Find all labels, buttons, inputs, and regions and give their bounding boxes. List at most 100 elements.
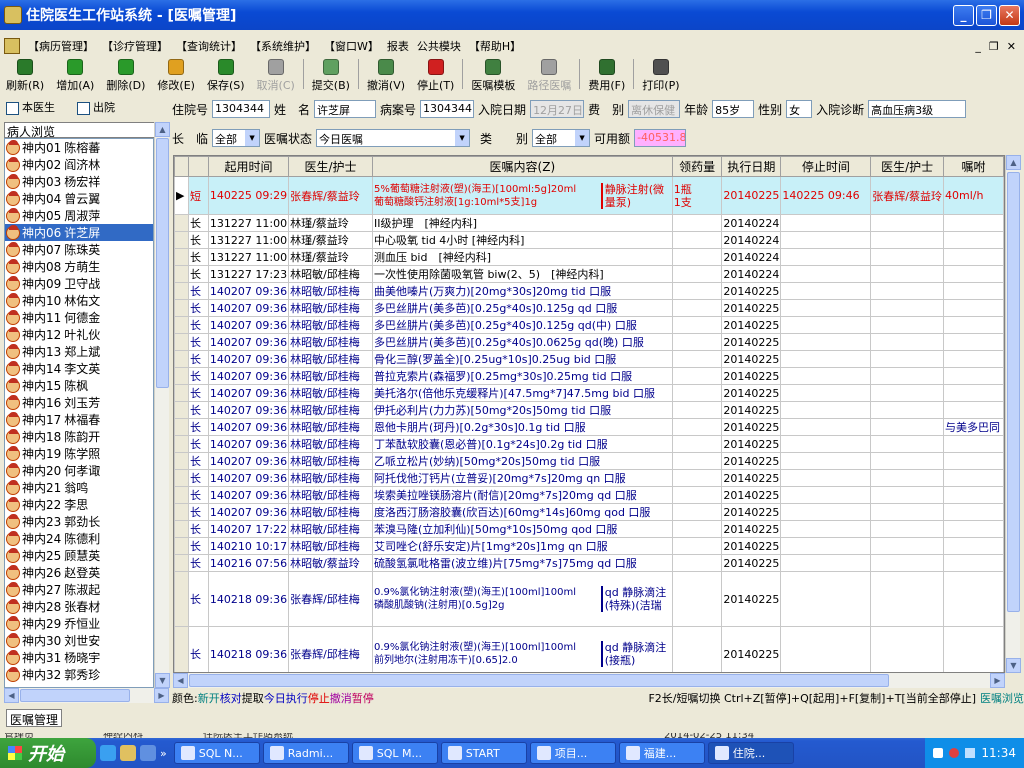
patient-list-item[interactable]: 神内11 何德金 xyxy=(5,309,153,326)
patient-list-item[interactable]: 神内20 何孝诹 xyxy=(5,462,153,479)
order-row[interactable]: 长 140207 09:36 林昭敏/邱桂梅 多巴丝肼片(美多芭)[0.25g*40s… xyxy=(174,299,1004,317)
name-field[interactable]: 许芝屏 xyxy=(314,100,377,118)
menu-item-3[interactable]: 【系统维护】 xyxy=(246,38,320,54)
scroll-right-icon[interactable]: ▶ xyxy=(154,688,169,703)
scroll-left-icon[interactable]: ◀ xyxy=(4,688,19,703)
menu-item-4[interactable]: 【窗口W】 xyxy=(320,38,383,54)
patient-list-item[interactable]: 神内12 叶礼伙 xyxy=(5,326,153,343)
patient-list-item[interactable]: 神内18 陈韵开 xyxy=(5,428,153,445)
menu-item-0[interactable]: 【病历管理】 xyxy=(24,38,98,54)
age-field[interactable]: 85岁 xyxy=(712,100,755,118)
patient-list-item[interactable]: 神内17 林福春 xyxy=(5,411,153,428)
hscroll-thumb[interactable] xyxy=(20,689,130,702)
more-quicklaunch-icon[interactable]: » xyxy=(160,747,167,760)
patient-list-item[interactable]: 神内29 乔恒业 xyxy=(5,615,153,632)
order-row[interactable]: 长 131227 11:00 林瑾/蔡益玲 II级护理 [神经内科] 20140224 xyxy=(174,214,1004,232)
column-header[interactable]: 医生/护士 xyxy=(288,156,373,177)
column-header[interactable]: 医生/护士 xyxy=(870,156,944,177)
patient-list-item[interactable]: 神内09 卫守战 xyxy=(5,275,153,292)
patient-list-item[interactable]: 神内08 方萌生 xyxy=(5,258,153,275)
patient-list-item[interactable]: 神内25 顾慧英 xyxy=(5,547,153,564)
scroll-thumb[interactable] xyxy=(156,138,169,388)
patient-list-item[interactable]: 神内26 赵登英 xyxy=(5,564,153,581)
minimize-button[interactable]: _ xyxy=(953,4,974,26)
column-header[interactable]: 起用时间 xyxy=(207,156,290,177)
mdi-minimize-button[interactable]: _ xyxy=(975,40,981,53)
tab-order-management[interactable]: 医嘱管理 xyxy=(6,709,63,727)
restore-button[interactable]: ❐ xyxy=(976,4,997,26)
toolbar-button-add[interactable]: 增加(A) xyxy=(50,59,100,93)
patient-list-item[interactable]: 神内01 陈榕蕃 xyxy=(5,139,153,156)
order-row[interactable]: 长 140218 09:36 张春辉/邱桂梅 0.9%氯化钠注射液(塑)(海王)[10… xyxy=(174,571,1004,627)
order-row[interactable]: 长 140207 09:36 林昭敏/邱桂梅 度洛西汀肠溶胶囊(欣百达)[60mg*1… xyxy=(174,503,1004,521)
taskbar-item[interactable]: SQL M... xyxy=(351,742,438,764)
order-row[interactable]: 长 140207 09:36 林昭敏/邱桂梅 普拉克索片(森福罗)[0.25mg*30… xyxy=(174,367,1004,385)
inpatient-no-field[interactable]: 1304344 xyxy=(212,100,271,118)
patient-list-item[interactable]: 神内27 陈淑起 xyxy=(5,581,153,598)
taskbar-item[interactable]: 住院... xyxy=(707,742,794,764)
menu-item-7[interactable]: 【帮助H】 xyxy=(465,38,525,54)
order-row[interactable]: 长 140207 09:36 林昭敏/邱桂梅 恩他卡朋片(珂丹)[0.2g*30s]0… xyxy=(174,418,1004,436)
keyboard-icon[interactable] xyxy=(933,748,944,758)
discharged-checkbox[interactable]: 出院 xyxy=(77,99,115,115)
scroll-down-icon[interactable]: ▼ xyxy=(155,673,170,688)
start-button[interactable]: 开始 xyxy=(0,738,96,768)
help-icon[interactable] xyxy=(949,748,960,758)
patient-list-item[interactable]: 神内10 林佑文 xyxy=(5,292,153,309)
patient-list-item[interactable]: 神内22 李思 xyxy=(5,496,153,513)
menu-item-6[interactable]: 公共模块 xyxy=(413,38,465,54)
patient-list-item[interactable]: 神内15 陈枫 xyxy=(5,377,153,394)
column-header[interactable]: 领药量 xyxy=(671,156,723,177)
mdi-close-button[interactable]: ✕ xyxy=(1007,40,1016,53)
order-row[interactable]: 长 140207 09:36 林昭敏/邱桂梅 多巴丝肼片(美多芭)[0.25g*40s… xyxy=(174,333,1004,351)
toolbar-button-stop[interactable]: 停止(T) xyxy=(411,59,460,93)
order-row[interactable]: 长 131227 11:00 林瑾/蔡益玲 测血压 bid [神经内科] 2014022… xyxy=(174,248,1004,266)
patient-list-item[interactable]: 神内19 陈学照 xyxy=(5,445,153,462)
menu-item-1[interactable]: 【诊疗管理】 xyxy=(98,38,172,54)
network-icon[interactable] xyxy=(965,748,976,758)
close-button[interactable]: ✕ xyxy=(999,4,1020,26)
order-row[interactable]: 长 140216 07:56 林昭敏/蔡益玲 硫酸氢氯吡格雷(波立维)片[75mg*7… xyxy=(174,554,1004,572)
order-row[interactable]: 长 140207 09:36 林昭敏/邱桂梅 乙哌立松片(妙纳)[50mg*20s]5… xyxy=(174,452,1004,470)
toolbar-button-submit[interactable]: 提交(B) xyxy=(306,59,356,93)
mdi-restore-button[interactable]: ❐ xyxy=(989,40,999,53)
order-row[interactable]: 长 140218 09:36 张春辉/邱桂梅 0.9%氯化钠注射液(塑)(海王)[10… xyxy=(174,626,1004,672)
app2-quicklaunch-icon[interactable] xyxy=(140,745,156,761)
scroll-up-icon[interactable]: ▲ xyxy=(155,122,170,137)
toolbar-button-save[interactable]: 保存(S) xyxy=(201,59,251,93)
ie-quicklaunch-icon[interactable] xyxy=(100,745,116,761)
admit-date-field[interactable]: 12月27日 xyxy=(530,100,585,118)
own-doctor-checkbox[interactable]: 本医生 xyxy=(6,99,55,115)
order-row[interactable]: 长 140207 09:36 林昭敏/邱桂梅 伊托必利片(力力苏)[50mg*20s]… xyxy=(174,401,1004,419)
fee-type-field[interactable]: 离休保健 xyxy=(628,100,681,118)
patient-list-item[interactable]: 神内13 郑上斌 xyxy=(5,343,153,360)
order-row[interactable]: 长 140207 09:36 林昭敏/邱桂梅 美托洛尔(倍他乐克缓释片)[47.5mg… xyxy=(174,384,1004,402)
orders-vscrollbar[interactable]: ▲ ▼ xyxy=(1005,155,1021,673)
order-row[interactable]: 长 140207 09:36 林昭敏/邱桂梅 多巴丝肼片(美多芭)[0.25g*40s… xyxy=(174,316,1004,334)
menu-item-2[interactable]: 【查询统计】 xyxy=(172,38,246,54)
order-row[interactable]: 长 140207 17:22 林昭敏/邱桂梅 苯溴马隆(立加利仙)[50mg*10s]… xyxy=(174,520,1004,538)
patient-list-item[interactable]: 神内32 郭秀珍 xyxy=(5,666,153,683)
patient-list-item[interactable]: 神内16 刘玉芳 xyxy=(5,394,153,411)
patient-list-item[interactable]: 神内24 陈德利 xyxy=(5,530,153,547)
column-header[interactable]: 医嘱内容(Z) xyxy=(371,156,673,177)
order-row[interactable]: 长 140207 09:36 林昭敏/邱桂梅 曲美他嗪片(万爽力)[20mg*30s]… xyxy=(174,282,1004,300)
patient-list-item[interactable]: 神内28 张春材 xyxy=(5,598,153,615)
patient-list-item[interactable]: 神内04 曾云翼 xyxy=(5,190,153,207)
toolbar-button-cancel[interactable]: 取消(C) xyxy=(251,59,301,93)
long-temp-select[interactable]: 全部 ▼ xyxy=(212,129,261,147)
order-row[interactable]: ▶ 短 140225 09:29 张春辉/蔡益玲 5%葡萄糖注射液(塑)(海王)[100… xyxy=(174,176,1004,215)
toolbar-button-print[interactable]: 打印(P) xyxy=(636,59,685,93)
order-row[interactable]: 长 131227 11:00 林瑾/蔡益玲 中心吸氧 tid 4小时 [神经内科] 20… xyxy=(174,231,1004,249)
order-row[interactable]: 长 140210 10:17 林昭敏/邱桂梅 艾司唑仑(舒乐安定)片[1mg*20s]… xyxy=(174,537,1004,555)
order-browse-link[interactable]: 医嘱浏览 xyxy=(980,690,1024,706)
scroll-down-icon[interactable]: ▼ xyxy=(1006,658,1021,673)
column-header[interactable]: 嘱咐 xyxy=(942,156,1004,177)
scroll-up-icon[interactable]: ▲ xyxy=(1006,155,1021,170)
taskbar-item[interactable]: 福建... xyxy=(618,742,705,764)
patient-list-scrollbar[interactable]: ▲ ▼ xyxy=(154,122,170,688)
column-header[interactable]: 执行日期 xyxy=(721,156,782,177)
menu-item-5[interactable]: 报表 xyxy=(383,38,413,54)
patient-list-item[interactable]: 神内03 杨宏祥 xyxy=(5,173,153,190)
order-row[interactable]: 长 140207 09:36 林昭敏/邱桂梅 骨化三醇(罗盖全)[0.25ug*10s… xyxy=(174,350,1004,368)
